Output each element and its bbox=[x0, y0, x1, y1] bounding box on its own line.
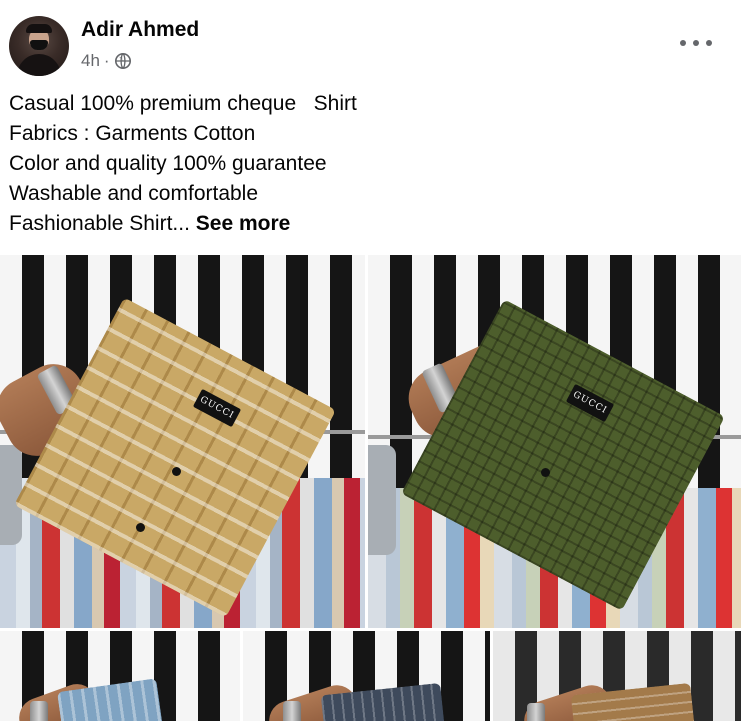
post-text-line: Washable and comfortable bbox=[9, 182, 259, 205]
post-text-truncated: Fashionable Shirt... bbox=[9, 212, 190, 235]
globe-icon[interactable] bbox=[114, 52, 132, 70]
post-photo[interactable]: GUCCI bbox=[0, 255, 365, 628]
post-time[interactable]: 4h bbox=[81, 51, 100, 71]
meta-separator: · bbox=[103, 51, 110, 70]
see-more-link[interactable]: See more bbox=[196, 212, 291, 235]
more-horizontal-icon[interactable] bbox=[680, 33, 712, 53]
post-text-line: Fabrics : Garments Cotton bbox=[9, 122, 256, 145]
post-photo[interactable] bbox=[0, 631, 240, 721]
post-photo[interactable] bbox=[243, 631, 490, 721]
post-meta: 4h · bbox=[81, 51, 132, 71]
avatar[interactable] bbox=[9, 16, 69, 76]
post-text: Casual 100% premium cheque Shirt Fabrics… bbox=[9, 89, 729, 239]
post-photo[interactable] bbox=[493, 631, 741, 721]
post-header: Adir Ahmed 4h · bbox=[0, 0, 741, 86]
post-text-line: Color and quality 100% guarantee bbox=[9, 152, 327, 175]
author-name[interactable]: Adir Ahmed bbox=[81, 18, 199, 42]
post-text-line: Casual 100% premium cheque Shirt bbox=[9, 92, 357, 115]
post-text-line-last: Fashionable Shirt... See more bbox=[9, 209, 729, 239]
post-photo[interactable]: GUCCI bbox=[368, 255, 741, 628]
